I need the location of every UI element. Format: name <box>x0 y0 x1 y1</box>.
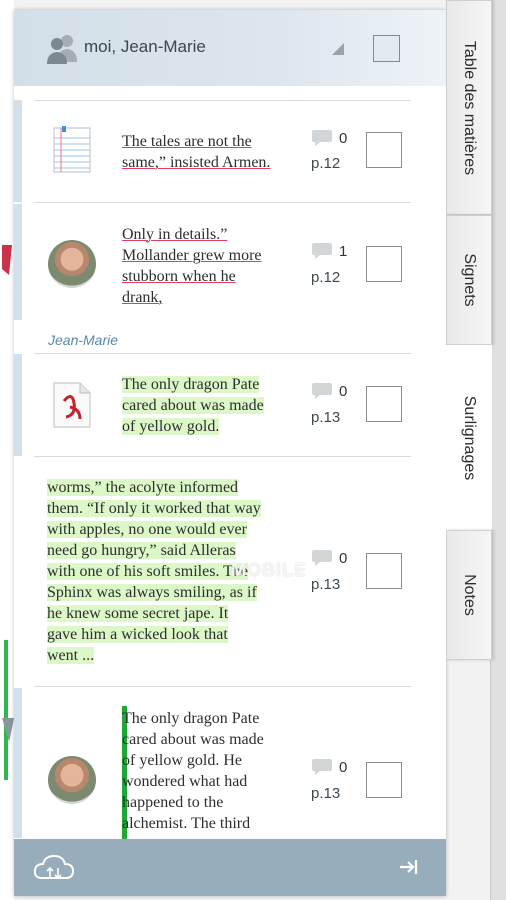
tab-bookmarks[interactable]: Signets <box>446 215 492 345</box>
divider <box>34 456 411 457</box>
page-number: p.13 <box>311 576 341 593</box>
quote-line: The only dragon Pate <box>122 710 260 727</box>
notepad-icon <box>53 126 91 173</box>
comment-count: 0 <box>339 130 348 147</box>
close-panel-icon[interactable] <box>399 858 419 876</box>
item-checkbox[interactable] <box>366 553 402 589</box>
page-number: p.13 <box>311 409 341 426</box>
quote-line: alchemist. The third <box>122 815 251 832</box>
pdf-file-icon <box>53 382 91 428</box>
quote-line: with apples, no one would ever <box>47 521 247 538</box>
tab-notes[interactable]: Notes <box>446 530 492 660</box>
quote-line: cared about was made <box>122 731 264 748</box>
item-checkbox[interactable] <box>366 762 402 798</box>
quote-line: Mollander grew more <box>122 247 262 264</box>
comment-icon[interactable] <box>311 129 333 147</box>
dropdown-arrow-icon[interactable] <box>332 43 344 55</box>
quote-line: of yellow gold. <box>122 418 220 435</box>
comment-icon[interactable] <box>311 758 333 776</box>
comment-count: 1 <box>339 243 348 260</box>
annotations-panel: moi, Jean-Marie The tales are not the sa… <box>14 10 446 896</box>
annotation-quote[interactable]: The tales are not the same,” insisted Ar… <box>122 131 270 173</box>
tab-label: Notes <box>461 574 478 616</box>
quote-line: them. “If only it worked that way <box>47 500 261 517</box>
quote-line: The tales are not the <box>122 133 252 150</box>
quote-line: same,” insisted Armen. <box>122 154 271 171</box>
avatar <box>48 240 96 288</box>
quote-line: gave him a wicked look that <box>47 626 228 643</box>
divider <box>34 100 411 101</box>
quote-line: he knew some secret jape. It <box>47 605 229 622</box>
cloud-sync-icon[interactable] <box>32 852 76 882</box>
panel-footer <box>14 839 446 896</box>
divider <box>34 353 411 354</box>
quote-line: Only in details.” <box>122 226 228 243</box>
section-label: Jean-Marie <box>48 332 119 348</box>
item-stripe <box>14 100 22 202</box>
comment-count: 0 <box>339 759 348 776</box>
page-number: p.12 <box>311 155 341 172</box>
item-checkbox[interactable] <box>366 386 402 422</box>
item-checkbox[interactable] <box>366 132 402 168</box>
panel-header: moi, Jean-Marie <box>14 10 446 86</box>
watermark: MOBILE <box>231 560 307 580</box>
tab-table-of-contents[interactable]: Table des matières <box>446 0 492 215</box>
quote-line: cared about was made <box>122 397 264 414</box>
annotation-quote[interactable]: The only dragon Pate cared about was mad… <box>122 374 264 437</box>
divider <box>34 686 411 687</box>
comment-icon[interactable] <box>311 242 333 260</box>
item-checkbox[interactable] <box>366 246 402 282</box>
tab-bar: Table des matières Signets Surlignages N… <box>446 0 506 900</box>
select-all-checkbox[interactable] <box>373 35 400 62</box>
page-number: p.13 <box>311 785 341 802</box>
quote-line: wondered what had <box>122 773 248 790</box>
quote-line: need go hungry,” said Alleras <box>47 542 236 559</box>
item-stripe <box>14 688 22 838</box>
quote-line: happened to the <box>122 794 224 811</box>
quote-line: The only dragon Pate <box>122 376 260 393</box>
annotation-quote[interactable]: The only dragon Pate cared about was mad… <box>122 708 264 834</box>
highlight-marker <box>4 640 8 780</box>
comment-icon[interactable] <box>311 382 333 400</box>
tab-label: Table des matières <box>461 40 478 175</box>
quote-line: went ... <box>47 647 95 664</box>
divider <box>34 202 411 203</box>
tab-label: Surlignages <box>461 395 478 480</box>
tab-highlights[interactable]: Surlignages <box>446 345 492 530</box>
quote-line: of yellow gold. He <box>122 752 242 769</box>
comment-icon[interactable] <box>311 549 333 567</box>
quote-line: with one of his soft smiles. The <box>47 563 249 580</box>
tab-label: Signets <box>461 253 478 307</box>
quote-line: Sphinx was always smiling, as if <box>47 584 257 601</box>
quote-line: drank, <box>122 289 163 306</box>
quote-line: stubborn when he <box>122 268 236 285</box>
avatar <box>48 756 96 804</box>
annotation-quote[interactable]: worms,” the acolyte informed them. “If o… <box>47 477 261 666</box>
item-stripe <box>14 354 22 456</box>
user-filter-label[interactable]: moi, Jean-Marie <box>84 37 206 57</box>
users-icon <box>47 35 77 64</box>
comment-count: 0 <box>339 550 348 567</box>
page-number: p.12 <box>311 269 341 286</box>
comment-count: 0 <box>339 383 348 400</box>
annotation-quote[interactable]: Only in details.” Mollander grew more st… <box>122 224 262 308</box>
item-stripe <box>14 204 22 320</box>
quote-line: worms,” the acolyte informed <box>47 479 239 496</box>
